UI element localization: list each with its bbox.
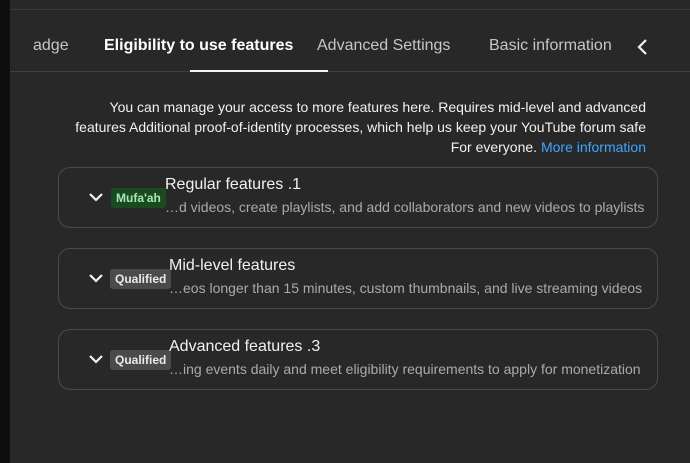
more-information-link[interactable]: More information bbox=[541, 139, 646, 155]
features-description: You can manage your access to more featu… bbox=[46, 97, 646, 157]
description-line-3-text: For everyone. bbox=[450, 139, 538, 155]
active-tab-indicator bbox=[190, 70, 328, 72]
top-divider bbox=[10, 0, 690, 10]
feature-card-mid-level[interactable]: Qualified Mid-level features …eos longer… bbox=[58, 248, 658, 309]
description-line-2: features Additional proof-of-identity pr… bbox=[75, 119, 646, 135]
chevron-left-icon bbox=[637, 39, 647, 55]
status-badge: Mufa'ah bbox=[111, 188, 166, 208]
description-line-1: You can manage your access to more featu… bbox=[109, 99, 646, 115]
tab-basic-information[interactable]: Basic information bbox=[489, 10, 612, 70]
chevron-down-icon[interactable] bbox=[87, 269, 105, 287]
status-badge: Qualified bbox=[110, 350, 172, 370]
feature-title: Advanced features .3 bbox=[169, 338, 321, 355]
feature-title: Regular features .1 bbox=[165, 176, 302, 193]
description-line-3: For everyone. More information bbox=[46, 137, 646, 157]
feature-card-regular[interactable]: Mufa'ah Regular features .1 …d videos, c… bbox=[58, 167, 658, 228]
feature-subtitle: …eos longer than 15 minutes, custom thum… bbox=[169, 280, 643, 296]
scroll-tabs-left-button[interactable] bbox=[630, 30, 654, 64]
left-edge-panel bbox=[0, 0, 10, 463]
status-badge: Qualified bbox=[110, 269, 172, 289]
chevron-down-icon[interactable] bbox=[87, 350, 105, 368]
feature-card-advanced[interactable]: Qualified Advanced features .3 …ing even… bbox=[58, 329, 658, 390]
tab-bar: adge Eligibility to use features Advance… bbox=[10, 10, 690, 72]
tab-eligibility[interactable]: Eligibility to use features bbox=[104, 10, 293, 70]
tab-badge[interactable]: adge bbox=[33, 10, 69, 70]
tab-advanced-settings[interactable]: Advanced Settings bbox=[317, 10, 450, 70]
chevron-down-icon[interactable] bbox=[87, 188, 105, 206]
feature-subtitle: …d videos, create playlists, and add col… bbox=[165, 199, 645, 215]
feature-title: Mid-level features bbox=[169, 257, 296, 274]
feature-subtitle: …ing events daily and meet eligibility r… bbox=[169, 361, 641, 377]
